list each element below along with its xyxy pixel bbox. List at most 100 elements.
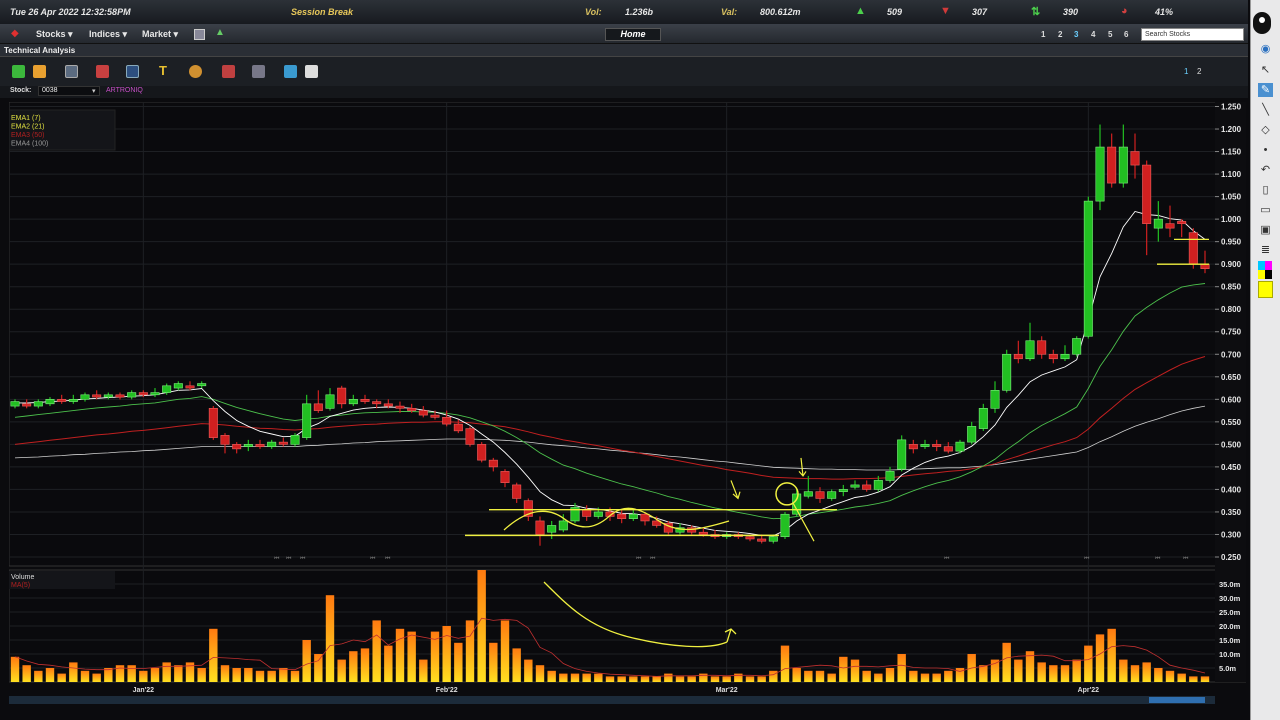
volume-bar: [582, 673, 591, 682]
location-pin-icon[interactable]: [1253, 12, 1271, 34]
candle-down: [337, 387, 347, 405]
indicators-icon[interactable]: [96, 65, 109, 78]
candle-up: [80, 394, 90, 400]
page-4-button[interactable]: 4: [1091, 30, 1095, 39]
scrollbar-thumb: [1149, 697, 1205, 703]
volume-bar: [395, 628, 405, 682]
open-folder-icon[interactable]: [33, 65, 46, 78]
search-input[interactable]: Search Stocks: [1141, 28, 1244, 41]
line-tool-icon[interactable]: ╲: [1258, 103, 1273, 117]
black-swatch[interactable]: [1265, 270, 1272, 279]
page-5-button[interactable]: 5: [1108, 30, 1112, 39]
home-tab[interactable]: Home: [605, 28, 661, 41]
volume-bar: [174, 665, 183, 682]
active-color-swatch[interactable]: [1258, 281, 1273, 298]
volume-bar: [500, 620, 510, 682]
volume-bar: [34, 670, 43, 682]
candle-down: [1107, 146, 1117, 184]
price-tick-label: 0.900: [1221, 260, 1242, 269]
volume-bar: [839, 656, 848, 682]
price-tick-label: 0.550: [1221, 418, 1242, 427]
volume-tick-label: 10.0m: [1219, 650, 1241, 659]
undo-icon[interactable]: ↶: [1258, 163, 1273, 177]
page-2-button[interactable]: 2: [1058, 30, 1062, 39]
volume-bar: [1049, 665, 1058, 682]
candle-down: [745, 536, 755, 540]
menu-stocks[interactable]: Stocks ▾: [36, 29, 73, 40]
camera-icon[interactable]: ▣: [1258, 223, 1273, 237]
stock-code-input[interactable]: 0038: [38, 86, 100, 96]
text-tool-icon[interactable]: T: [159, 63, 167, 78]
candle-down: [477, 444, 487, 461]
pencil-icon[interactable]: ✎: [1258, 83, 1273, 97]
candle-up: [1002, 353, 1012, 391]
price-tick-label: 0.500: [1221, 440, 1242, 449]
volume-tick-label: 15.0m: [1219, 636, 1241, 645]
dot-tool-icon[interactable]: •: [1258, 143, 1273, 157]
chart-page-2[interactable]: 2: [1197, 67, 1201, 76]
candle-down: [815, 491, 825, 499]
volume-bar: [255, 670, 265, 682]
candle-down: [1048, 353, 1058, 360]
zoom-icon[interactable]: [126, 65, 139, 78]
page-1-button[interactable]: 1: [1041, 30, 1045, 39]
pointer-icon[interactable]: ↖: [1258, 63, 1273, 77]
calculator-icon[interactable]: [194, 29, 205, 40]
comment-icon[interactable]: [284, 65, 297, 78]
candle-up: [628, 513, 638, 519]
magenta-swatch[interactable]: [1265, 261, 1272, 270]
volume-bar: [1200, 676, 1210, 682]
yellow-swatch[interactable]: [1258, 270, 1265, 279]
volume-bar: [675, 676, 685, 682]
price-tick-label: 0.350: [1221, 508, 1242, 517]
volume-bar: [524, 659, 533, 682]
volume-bar: [244, 668, 253, 682]
chart-area[interactable]: 1.250 1.200 1.150 1.100 1.050 1.000 0.950 0.900…: [8, 101, 1247, 712]
screen-icon[interactable]: ▭: [1258, 203, 1273, 217]
volume-bar: [325, 595, 335, 682]
volume-bar: [734, 673, 743, 682]
month-label: Apr'22: [1078, 687, 1100, 694]
period-icon[interactable]: [222, 65, 235, 78]
layers-icon[interactable]: ≣: [1258, 243, 1273, 257]
candle-down: [92, 394, 102, 398]
drawing-color-icon[interactable]: [189, 65, 202, 78]
volume-tick-label: 30.0m: [1219, 594, 1241, 603]
volume-bar: [360, 648, 370, 682]
volume-bar: [687, 676, 696, 682]
datetime-text: Tue 26 Apr 2022 12:32:58PM: [10, 7, 131, 17]
candle-down: [313, 403, 323, 411]
volume-bar: [465, 620, 475, 682]
chart-layout-icon[interactable]: [65, 65, 78, 78]
volume-bar: [629, 676, 638, 682]
price-tick-label: 0.400: [1221, 485, 1242, 494]
main-menu-bar: ◆ Stocks ▾ Indices ▾ Market ▾ ▲ Home 1 2…: [0, 25, 1248, 44]
settings-icon[interactable]: [252, 65, 265, 78]
alert-icon[interactable]: ▲: [215, 27, 225, 38]
save-icon[interactable]: [12, 65, 25, 78]
chart-page-1[interactable]: 1: [1184, 67, 1188, 76]
menu-indices[interactable]: Indices ▾: [89, 29, 127, 40]
trash-icon[interactable]: ▯: [1258, 183, 1273, 197]
eye-icon[interactable]: ◉: [1258, 42, 1273, 56]
price-volume-chart[interactable]: 1.250 1.200 1.150 1.100 1.050 1.000 0.950 0.900…: [8, 101, 1247, 712]
volume-bar: [547, 670, 556, 682]
volume-bar: [815, 670, 825, 682]
stock-dropdown-chevron-icon[interactable]: ▾: [92, 87, 96, 95]
page-3-button[interactable]: 3: [1074, 30, 1078, 39]
volume-bar: [897, 654, 906, 682]
candle-down: [383, 403, 393, 407]
candle-up: [173, 383, 183, 389]
candle-down: [430, 414, 440, 418]
menu-market[interactable]: Market ▾: [142, 29, 178, 40]
eraser-icon[interactable]: ◇: [1258, 123, 1273, 137]
candle-up: [1025, 340, 1035, 360]
price-tick-label: 1.200: [1221, 125, 1242, 134]
cyan-swatch[interactable]: [1258, 261, 1265, 270]
notes-icon[interactable]: [305, 65, 318, 78]
gainers-count: 509: [887, 7, 903, 17]
volume-bar: [605, 676, 615, 682]
volume-bar: [220, 665, 230, 682]
candle-up: [325, 394, 335, 409]
page-6-button[interactable]: 6: [1124, 30, 1128, 39]
